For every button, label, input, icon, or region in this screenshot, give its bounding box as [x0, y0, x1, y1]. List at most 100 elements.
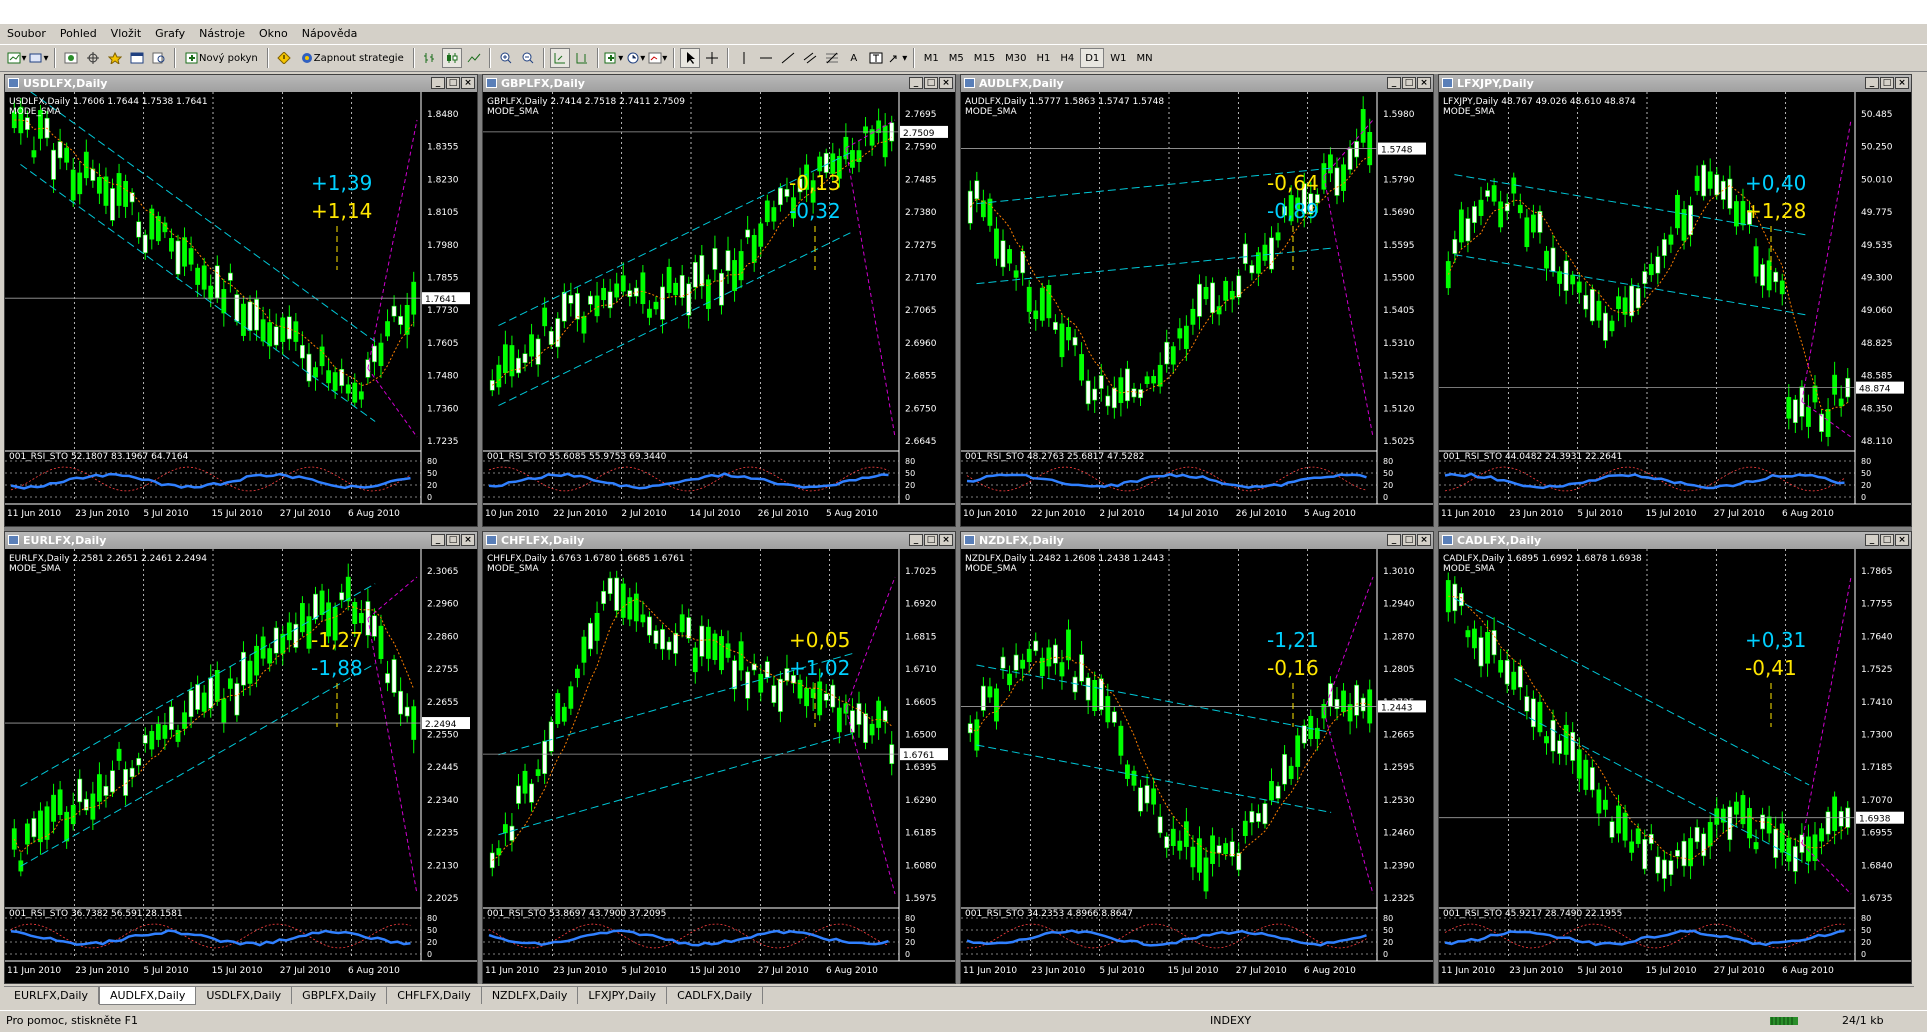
zoom-out-button[interactable]: [518, 48, 538, 68]
chart-window-title[interactable]: NZDLFX,Daily _ □ ×: [961, 532, 1433, 549]
chart-window[interactable]: GBPLFX,Daily _ □ × 2.7695 2.7590 2.7485 2.7380 2…: [482, 74, 956, 527]
maximize-button[interactable]: □: [1880, 77, 1894, 89]
minimize-button[interactable]: _: [1387, 77, 1401, 89]
tab-gbplfx[interactable]: GBPLFX,Daily: [292, 987, 388, 1004]
candlestick-button[interactable]: [441, 48, 462, 68]
menu-nastroje[interactable]: Nástroje: [192, 24, 252, 44]
chart-window[interactable]: CHFLFX,Daily _ □ × 1.7025 1.6920 1.6815 1.6710 1…: [482, 531, 956, 984]
menu-soubor[interactable]: Soubor: [0, 24, 53, 44]
profiles-button[interactable]: ▾: [29, 48, 49, 68]
periods-button[interactable]: ▾: [626, 48, 646, 68]
menu-napoveda[interactable]: Nápověda: [295, 24, 365, 44]
period-m5[interactable]: M5: [945, 48, 968, 68]
tab-eurlfx[interactable]: EURLFX,Daily: [4, 987, 99, 1004]
chart-window-title[interactable]: CHFLFX,Daily _ □ ×: [483, 532, 955, 549]
toolbar-separator: [174, 48, 176, 68]
close-button[interactable]: ×: [1895, 534, 1909, 546]
close-button[interactable]: ×: [939, 534, 953, 546]
fibo-button[interactable]: [822, 48, 842, 68]
minimize-button[interactable]: _: [1865, 77, 1879, 89]
tester-button[interactable]: [149, 48, 169, 68]
channel-button[interactable]: [800, 48, 820, 68]
close-button[interactable]: ×: [1417, 534, 1431, 546]
menu-okno[interactable]: Okno: [252, 24, 295, 44]
chart-window[interactable]: LFXJPY,Daily _ □ × 50.485 50.250 50.010 49.775 4…: [1438, 74, 1912, 527]
period-m1[interactable]: M1: [920, 48, 943, 68]
indicators-button[interactable]: ▾: [604, 48, 624, 68]
close-button[interactable]: ×: [1417, 77, 1431, 89]
period-h4[interactable]: H4: [1056, 48, 1078, 68]
chart-window-title[interactable]: LFXJPY,Daily _ □ ×: [1439, 75, 1911, 92]
terminal-button[interactable]: [127, 48, 147, 68]
maximize-button[interactable]: □: [924, 534, 938, 546]
chart-window-title[interactable]: EURLFX,Daily _ □ ×: [5, 532, 477, 549]
date-tick-label: 10 Jun 2010: [963, 509, 1017, 519]
chart-window[interactable]: AUDLFX,Daily_□×1.59801.58851.57901.56901…: [960, 74, 1434, 527]
maximize-button[interactable]: □: [446, 534, 460, 546]
close-button[interactable]: ×: [1895, 77, 1909, 89]
minimize-button[interactable]: _: [431, 77, 445, 89]
maximize-button[interactable]: □: [1402, 77, 1416, 89]
minimize-button[interactable]: _: [909, 534, 923, 546]
close-button[interactable]: ×: [461, 534, 475, 546]
period-mn[interactable]: MN: [1133, 48, 1157, 68]
text-label-button[interactable]: [866, 48, 886, 68]
trendline-button[interactable]: [778, 48, 798, 68]
arrows-button[interactable]: ▾: [888, 48, 908, 68]
chart-window[interactable]: EURLFX,Daily _ □ × 2.3065 2.2960 2.2860 2.2755 2…: [4, 531, 478, 984]
chart-window-title[interactable]: CADLFX,Daily _ □ ×: [1439, 532, 1911, 549]
new-chart-button[interactable]: ▾: [7, 48, 27, 68]
market-watch-button[interactable]: [61, 48, 81, 68]
maximize-button[interactable]: □: [924, 77, 938, 89]
workspace-scrollbar[interactable]: [1912, 74, 1927, 984]
menu-pohled[interactable]: Pohled: [53, 24, 104, 44]
new-order-button[interactable]: Nový pokyn: [181, 48, 262, 68]
chart-window[interactable]: USDLFX,Daily _ □ × 1.8480 1.8355 1.8230 1.8105 1…: [4, 74, 478, 527]
text-tool-button[interactable]: A: [844, 48, 864, 68]
tab-chflfx[interactable]: CHFLFX,Daily: [387, 987, 482, 1004]
maximize-button[interactable]: □: [1880, 534, 1894, 546]
minimize-button[interactable]: _: [1865, 534, 1879, 546]
chart-window[interactable]: CADLFX,Daily _ □ × 1.7865 1.7755 1.7640 1.7525 1…: [1438, 531, 1912, 984]
vertical-line-button[interactable]: [734, 48, 754, 68]
tab-nzdlfx[interactable]: NZDLFX,Daily: [481, 987, 579, 1004]
auto-scroll-button[interactable]: [549, 48, 570, 68]
chart-window-title[interactable]: GBPLFX,Daily _ □ ×: [483, 75, 955, 92]
chart-window[interactable]: NZDLFX,Daily _ □ × 1.3010 1.2940 1.2870 1.2805 1…: [960, 531, 1434, 984]
minimize-button[interactable]: _: [1387, 534, 1401, 546]
chart-window-title[interactable]: AUDLFX,Daily _ □ ×: [961, 75, 1433, 92]
candle-body: [1694, 827, 1700, 843]
period-w1[interactable]: W1: [1106, 48, 1130, 68]
tab-audlfx[interactable]: AUDLFX,Daily: [98, 987, 197, 1005]
period-m15[interactable]: M15: [970, 48, 999, 68]
strategy-toggle-button[interactable]: Zapnout strategie: [296, 48, 408, 68]
maximize-button[interactable]: □: [1402, 534, 1416, 546]
tab-usdlfx[interactable]: USDLFX,Daily: [196, 987, 293, 1004]
chart-window-title[interactable]: USDLFX,Daily _ □ ×: [5, 75, 477, 92]
tab-cadlfx[interactable]: CADLFX,Daily: [667, 987, 764, 1004]
period-h1[interactable]: H1: [1032, 48, 1054, 68]
date-tick-label: 11 Jun 2010: [1441, 966, 1495, 976]
line-chart-button[interactable]: [464, 48, 484, 68]
minimize-button[interactable]: _: [909, 77, 923, 89]
menu-vlozit[interactable]: Vložit: [104, 24, 148, 44]
menu-grafy[interactable]: Grafy: [148, 24, 192, 44]
cursor-button[interactable]: [679, 48, 700, 68]
data-window-button[interactable]: [83, 48, 103, 68]
minimize-button[interactable]: _: [431, 534, 445, 546]
osc-level-label: 80: [1383, 914, 1393, 923]
navigator-button[interactable]: [105, 48, 125, 68]
close-button[interactable]: ×: [461, 77, 475, 89]
maximize-button[interactable]: □: [446, 77, 460, 89]
metaeditor-button[interactable]: [274, 48, 294, 68]
tab-lfxjpy[interactable]: LFXJPY,Daily: [578, 987, 668, 1004]
period-m30[interactable]: M30: [1001, 48, 1030, 68]
zoom-in-button[interactable]: [496, 48, 516, 68]
templates-button[interactable]: ▾: [648, 48, 668, 68]
bar-chart-button[interactable]: [420, 48, 440, 68]
crosshair-button[interactable]: [702, 48, 722, 68]
period-d1[interactable]: D1: [1080, 48, 1105, 68]
horizontal-line-button[interactable]: [756, 48, 776, 68]
close-button[interactable]: ×: [939, 77, 953, 89]
chart-shift-button[interactable]: [572, 48, 592, 68]
